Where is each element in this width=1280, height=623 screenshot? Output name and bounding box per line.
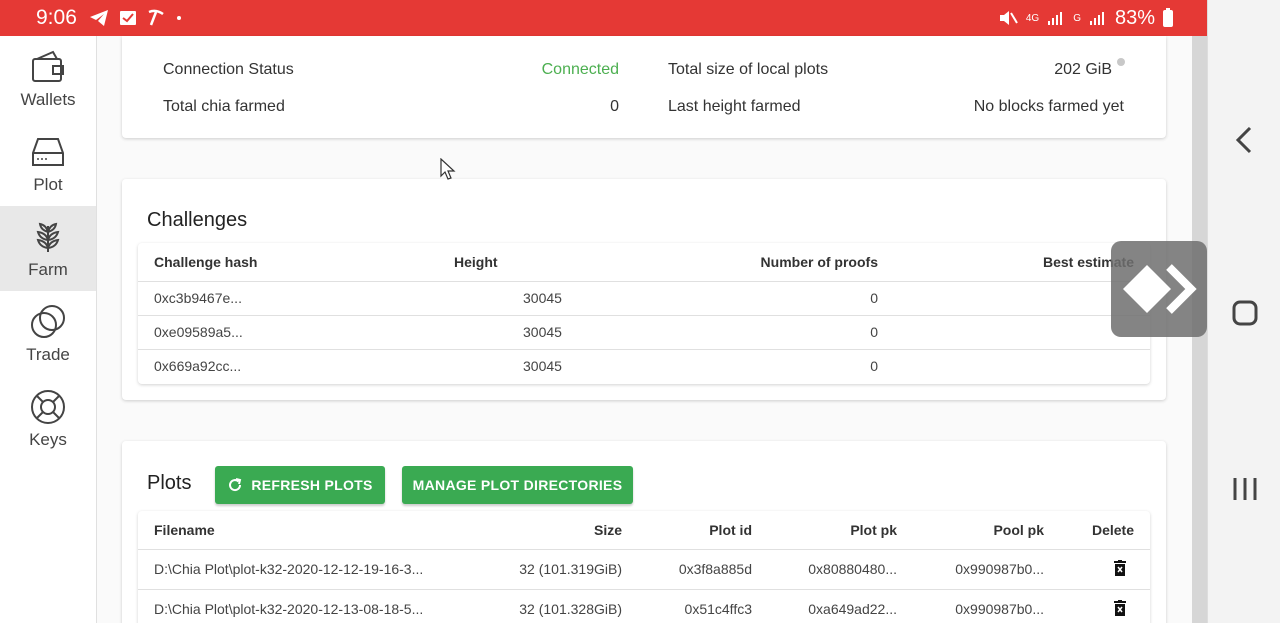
- trade-circles-icon: [31, 304, 65, 338]
- network-g-label: G: [1073, 12, 1081, 24]
- pickaxe-icon: [148, 9, 164, 26]
- sidebar: Wallets Plot Farm Trade Keys: [0, 36, 97, 623]
- table-row: D:\Chia Plot\plot-k32-2020-12-13-08-18-5…: [138, 589, 1150, 623]
- challenges-card: Challenges Challenge hash Height Number …: [122, 179, 1166, 400]
- telegram-icon: [89, 10, 108, 26]
- challenges-title: Challenges: [147, 209, 248, 231]
- android-nav-bar: [1207, 0, 1280, 623]
- info-icon[interactable]: [1117, 58, 1125, 66]
- status-time: 9:06: [36, 6, 77, 29]
- col-pool-pk[interactable]: Pool pk: [913, 511, 1060, 550]
- farm-summary-card: Connection Status Connected Total chia f…: [122, 36, 1166, 138]
- sidebar-item-label: Wallets: [20, 89, 76, 109]
- table-header-row: Challenge hash Height Number of proofs B…: [138, 243, 1150, 282]
- delete-trash-icon[interactable]: [1113, 559, 1127, 576]
- sidebar-item-trade[interactable]: Trade: [0, 291, 96, 376]
- col-size[interactable]: Size: [478, 511, 638, 550]
- plots-card: Plots REFRESH PLOTS MANAGE PLOT DIRECTOR…: [122, 441, 1166, 623]
- network-4g-label: 4G: [1025, 12, 1040, 24]
- challenges-table: Challenge hash Height Number of proofs B…: [138, 243, 1150, 384]
- total-size-value: 202 GiB: [1054, 61, 1112, 78]
- sidebar-item-label: Keys: [29, 429, 67, 449]
- home-icon[interactable]: [1208, 300, 1280, 328]
- wallet-icon: [32, 50, 64, 82]
- col-challenge-hash[interactable]: Challenge hash: [138, 243, 438, 282]
- col-filename[interactable]: Filename: [138, 511, 478, 550]
- task-check-icon: [119, 11, 136, 25]
- connection-status-value: Connected: [541, 61, 619, 78]
- recents-icon[interactable]: [1208, 476, 1280, 502]
- plots-title: Plots: [147, 472, 192, 494]
- total-chia-farmed-value: 0: [610, 98, 619, 115]
- table-row: 0xc3b9467e... 30045 0: [138, 281, 1150, 316]
- refresh-icon: [229, 478, 242, 492]
- lifebuoy-icon: [31, 389, 65, 424]
- col-height[interactable]: Height: [438, 243, 578, 282]
- sidebar-item-wallets[interactable]: Wallets: [0, 36, 96, 121]
- table-row: 0x669a92cc... 30045 0: [154, 358, 878, 375]
- manage-plot-directories-button[interactable]: MANAGE PLOT DIRECTORIES: [402, 466, 633, 504]
- sidebar-item-label: Farm: [28, 259, 68, 279]
- table-row: D:\Chia Plot\plot-k32-2020-12-12-19-16-3…: [138, 549, 1150, 590]
- col-number-of-proofs[interactable]: Number of proofs: [578, 243, 894, 282]
- col-plot-pk[interactable]: Plot pk: [768, 511, 913, 550]
- refresh-plots-button[interactable]: REFRESH PLOTS: [215, 466, 385, 504]
- status-bar: 9:06 4G G 83%: [0, 0, 1207, 36]
- sidebar-item-farm[interactable]: Farm: [0, 206, 96, 291]
- harddrive-icon: [32, 137, 64, 166]
- signal-icon-2: [1089, 12, 1104, 25]
- dot-icon: [176, 16, 181, 20]
- last-height-label: Last height farmed: [668, 98, 801, 115]
- col-delete: Delete: [1060, 511, 1150, 550]
- last-height-value: No blocks farmed yet: [973, 98, 1124, 115]
- sidebar-item-keys[interactable]: Keys: [0, 376, 96, 461]
- back-icon[interactable]: [1208, 124, 1280, 156]
- col-plot-id[interactable]: Plot id: [638, 511, 768, 550]
- mute-icon: [999, 11, 1018, 25]
- delete-trash-icon[interactable]: [1113, 599, 1127, 616]
- signal-icon: [1048, 12, 1063, 25]
- table-row: 0xe09589a5... 30045 0: [138, 315, 1150, 350]
- battery-icon: [1163, 7, 1173, 27]
- connection-status-label: Connection Status: [163, 61, 294, 78]
- plots-table: Filename Size Plot id Plot pk Pool pk De…: [138, 511, 1150, 623]
- table-header-row: Filename Size Plot id Plot pk Pool pk De…: [138, 511, 1150, 550]
- mouse-cursor-icon: [440, 158, 456, 180]
- chevron-diamond-icon: [1123, 264, 1197, 314]
- floating-app-shortcut[interactable]: [1111, 241, 1207, 337]
- total-chia-farmed-label: Total chia farmed: [163, 98, 285, 115]
- sidebar-item-plot[interactable]: Plot: [0, 121, 96, 206]
- sprout-icon: [36, 222, 60, 252]
- battery-percent: 83%: [1114, 6, 1155, 29]
- sidebar-item-label: Plot: [33, 174, 63, 194]
- total-size-label: Total size of local plots: [668, 61, 829, 78]
- sidebar-item-label: Trade: [26, 344, 70, 364]
